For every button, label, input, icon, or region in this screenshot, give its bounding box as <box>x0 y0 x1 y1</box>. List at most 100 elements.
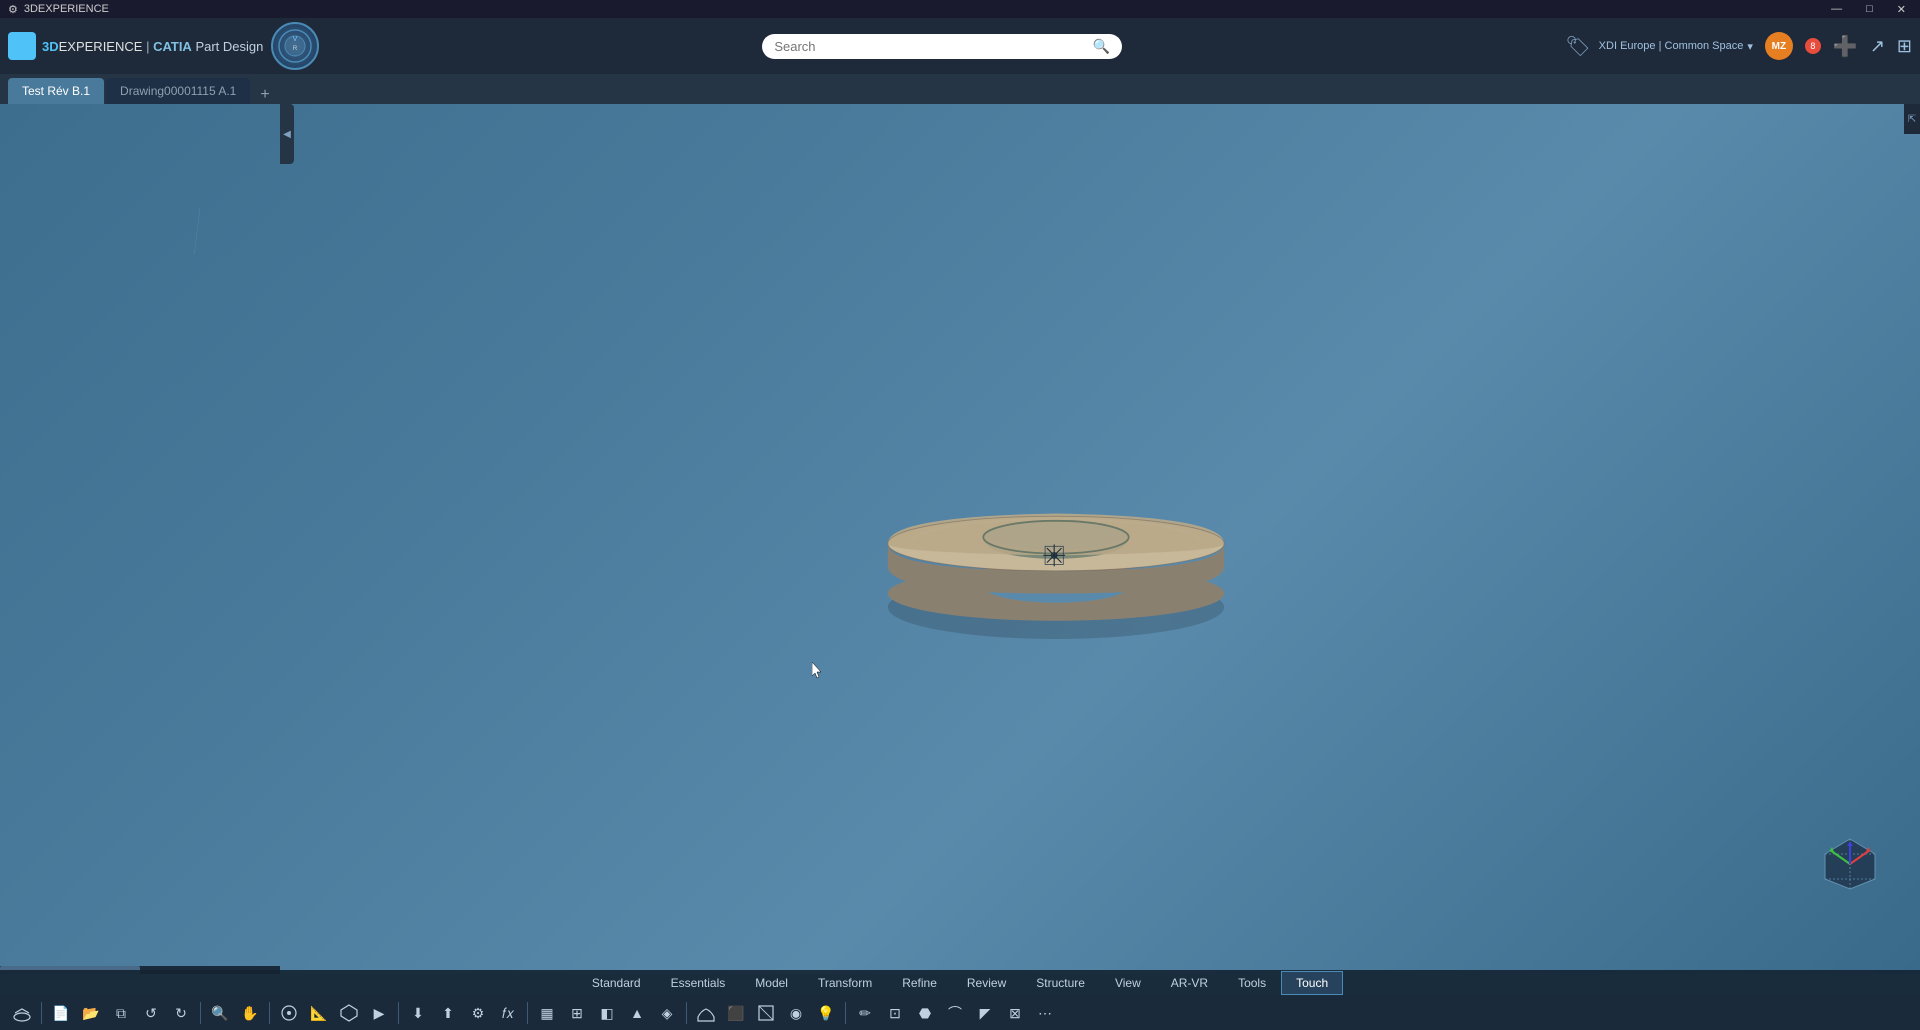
separator-6 <box>686 1002 687 1024</box>
tabs-bar: Test Rév B.1 Drawing00001115 A.1 + <box>0 74 1920 104</box>
tab-drawing[interactable]: Drawing00001115 A.1 <box>106 78 250 104</box>
separator-1 <box>41 1002 42 1024</box>
toolbar-chamfer-btn[interactable]: ◤ <box>971 999 999 1027</box>
share-icon[interactable]: ↗ <box>1870 36 1885 57</box>
toolbar-render-btn[interactable]: ▶ <box>365 999 393 1027</box>
toolbar-draft-btn[interactable]: ⊠ <box>1001 999 1029 1027</box>
toolbar-copy-btn[interactable]: ⧉ <box>107 999 135 1027</box>
tab-essentials-label: Essentials <box>671 976 726 990</box>
user-initials: MZ <box>1772 41 1786 52</box>
close-button[interactable]: ✕ <box>1891 3 1912 16</box>
titlebar-controls: — □ ✕ <box>1825 3 1912 16</box>
titlebar: ⚙ 3DEXPERIENCE — □ ✕ <box>0 0 1920 18</box>
orientation-cube[interactable] <box>1820 834 1880 894</box>
toolbar-light-btn[interactable]: 💡 <box>812 999 840 1027</box>
search-icon[interactable]: 🔍 <box>1093 38 1110 55</box>
toolbar-wireframe-btn[interactable] <box>752 999 780 1027</box>
tab-review-label: Review <box>967 976 1006 990</box>
toolbar-pan-btn[interactable]: ✋ <box>236 999 264 1027</box>
toolbar-pad-btn[interactable]: ⊡ <box>881 999 909 1027</box>
bottom-tab-model[interactable]: Model <box>740 971 803 995</box>
tab-refine-label: Refine <box>902 976 937 990</box>
bottom-tab-review[interactable]: Review <box>952 971 1021 995</box>
tab-test-rev[interactable]: Test Rév B.1 <box>8 78 104 104</box>
bottom-tab-standard[interactable]: Standard <box>577 971 656 995</box>
apps-icon[interactable]: ⊞ <box>1897 36 1912 57</box>
toolbar-fillet-btn[interactable]: ⌒ <box>941 999 969 1027</box>
toolbar-more-btn[interactable]: ⋯ <box>1031 999 1059 1027</box>
svg-text:V: V <box>293 36 298 43</box>
viewport-expand-button[interactable]: ⇱ <box>1904 104 1920 134</box>
toolbar-surface-btn[interactable] <box>692 999 720 1027</box>
toolbar-point-btn[interactable]: ◈ <box>653 999 681 1027</box>
bottom-tab-touch[interactable]: Touch <box>1281 971 1343 995</box>
separator-2 <box>200 1002 201 1024</box>
separator-5 <box>527 1002 528 1024</box>
3d-torus-model <box>856 439 1256 639</box>
toolbar-redo-btn[interactable]: ↻ <box>167 999 195 1027</box>
toolbar-sketch-btn[interactable]: ✏ <box>851 999 879 1027</box>
separator-4 <box>398 1002 399 1024</box>
titlebar-title: 3DEXPERIENCE <box>24 3 109 15</box>
toolbar-export-btn[interactable]: ⬆ <box>434 999 462 1027</box>
toolbar-open-btn[interactable]: 📂 <box>77 999 105 1027</box>
svg-text:R: R <box>293 46 298 52</box>
user-space-label: XDI Europe | Common Space <box>1599 40 1744 52</box>
toolbar-table-btn[interactable]: ⊞ <box>563 999 591 1027</box>
bottom-tab-structure[interactable]: Structure <box>1021 971 1100 995</box>
maximize-button[interactable]: □ <box>1860 3 1879 16</box>
search-input[interactable] <box>774 39 1085 54</box>
add-button[interactable]: ➕ <box>1833 34 1858 59</box>
separator: | <box>146 39 153 54</box>
sidebar-collapse-button[interactable]: ◀ <box>280 104 294 164</box>
search-area: 🔍 <box>327 34 1557 59</box>
app-prefix: 3D <box>42 39 59 54</box>
separator-7 <box>845 1002 846 1024</box>
toolbar-display-btn[interactable]: ◉ <box>782 999 810 1027</box>
toolbar-settings-btn[interactable]: ⚙ <box>464 999 492 1027</box>
toolbar-pocket-btn[interactable]: ⬣ <box>911 999 939 1027</box>
minimize-button[interactable]: — <box>1825 3 1848 16</box>
tab-touch-label: Touch <box>1296 976 1328 990</box>
tab-view-label: View <box>1115 976 1141 990</box>
toolbar-grid-btn[interactable]: ▦ <box>533 999 561 1027</box>
catia-label: CATIA <box>153 39 192 54</box>
tab-add-button[interactable]: + <box>252 86 277 104</box>
module-label: Part Design <box>195 39 263 54</box>
toolbar-import-btn[interactable]: ⬇ <box>404 999 432 1027</box>
bottom-tab-transform[interactable]: Transform <box>803 971 887 995</box>
tab-drawing-label: Drawing00001115 A.1 <box>120 84 236 98</box>
user-avatar[interactable]: MZ <box>1765 32 1793 60</box>
app-experience: EXPERIENCE <box>59 39 143 54</box>
bottom-tab-tools[interactable]: Tools <box>1223 971 1281 995</box>
toolbar-view3d-btn[interactable] <box>335 999 363 1027</box>
toolbar-measure-btn[interactable]: 📐 <box>305 999 333 1027</box>
notification-badge[interactable]: 8 <box>1805 38 1821 54</box>
collapse-icon: ◀ <box>283 129 291 140</box>
toolbar-zoom-btn[interactable]: 🔍 <box>206 999 234 1027</box>
toolbar-fx-btn[interactable]: 𝑓𝑥 <box>494 999 522 1027</box>
toolbar-undo-btn[interactable]: ↺ <box>137 999 165 1027</box>
toolbar-arrow-btn[interactable]: ▲ <box>623 999 651 1027</box>
bottom-tab-refine[interactable]: Refine <box>887 971 952 995</box>
tag-icon[interactable]: 🏷 <box>1565 34 1590 59</box>
user-space-selector[interactable]: XDI Europe | Common Space ▾ <box>1599 40 1753 53</box>
viewport[interactable] <box>0 104 1920 974</box>
bottom-toolbar: 📄 📂 ⧉ ↺ ↻ 🔍 ✋ 📐 ▶ ⬇ ⬆ ⚙ 𝑓𝑥 ▦ ⊞ ◧ ▲ ◈ ⬛ ◉… <box>0 996 1920 1030</box>
expand-icon: ⇱ <box>1908 114 1916 125</box>
bottom-tab-essentials[interactable]: Essentials <box>656 971 741 995</box>
tab-structure-label: Structure <box>1036 976 1085 990</box>
toolbar-section-btn[interactable]: ◧ <box>593 999 621 1027</box>
compass-widget[interactable]: V . R <box>271 22 319 70</box>
toolbar-new-btn[interactable]: 📄 <box>47 999 75 1027</box>
toolbar-solid-btn[interactable]: ⬛ <box>722 999 750 1027</box>
tab-model-label: Model <box>755 976 788 990</box>
toolbar-rotate-btn[interactable] <box>8 999 36 1027</box>
search-box: 🔍 <box>762 34 1122 59</box>
bottom-tab-arvr[interactable]: AR-VR <box>1156 971 1223 995</box>
toolbar-snap-btn[interactable] <box>275 999 303 1027</box>
tab-standard-label: Standard <box>592 976 641 990</box>
bottom-tab-view[interactable]: View <box>1100 971 1156 995</box>
viewport-grid <box>0 104 300 254</box>
tab-arvr-label: AR-VR <box>1171 976 1208 990</box>
